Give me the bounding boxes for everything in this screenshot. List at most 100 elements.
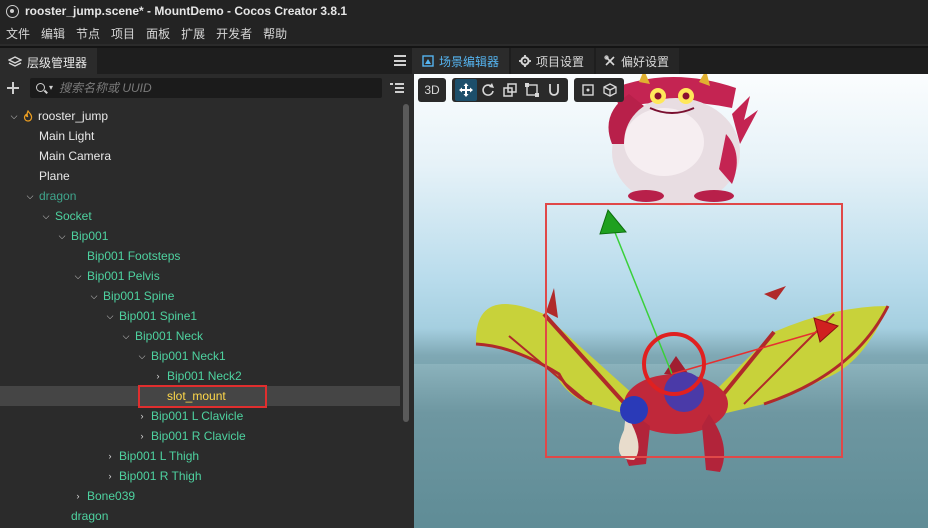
tree-node-main-camera[interactable]: Main Camera [0, 146, 400, 166]
tab-preferences[interactable]: 偏好设置 [596, 48, 680, 74]
scene-toolbar: 3D [418, 78, 624, 102]
hierarchy-tab-bar: 层级管理器 [0, 48, 412, 74]
tree-node-label: Bip001 Footsteps [87, 249, 181, 263]
tree-node-bip001[interactable]: ⌵ Bip001 [0, 226, 400, 246]
tab-label: 场景编辑器 [439, 54, 500, 69]
sort-icon[interactable] [390, 82, 404, 94]
chevron-down-icon[interactable]: ⌵ [88, 291, 100, 302]
tree-node-bip001-spine[interactable]: ⌵ Bip001 Spine [0, 286, 400, 306]
chevron-right-icon[interactable]: › [152, 371, 164, 381]
transform-tools-group [452, 78, 568, 102]
title-bar: rooster_jump.scene* - MountDemo - Cocos … [0, 0, 928, 22]
tree-scrollbar[interactable] [403, 104, 409, 422]
tree-node-label: Bip001 Neck [135, 329, 204, 343]
tree-node-bip001-r-thigh[interactable]: › Bip001 R Thigh [0, 466, 400, 486]
menu-panel[interactable]: 面板 [146, 25, 170, 42]
rect-tool-button[interactable] [521, 79, 543, 101]
tree-node-bip001-footsteps[interactable]: Bip001 Footsteps [0, 246, 400, 266]
scene-icon [422, 55, 434, 67]
tab-project-settings[interactable]: 项目设置 [511, 48, 595, 74]
tree-node-label: Bip001 R Thigh [119, 469, 202, 483]
magnet-icon [549, 84, 559, 96]
chevron-down-icon[interactable]: ⌵ [8, 111, 20, 122]
menu-help[interactable]: 帮助 [263, 25, 287, 42]
tab-label: 项目设置 [536, 54, 585, 69]
scene-viewport[interactable]: 3D [414, 74, 928, 528]
chevron-down-icon[interactable]: ⌵ [24, 191, 36, 202]
add-node-icon[interactable] [6, 81, 20, 95]
tree-node-label: Bip001 L Thigh [119, 449, 200, 463]
chevron-down-icon[interactable]: ⌵ [56, 231, 68, 242]
scene-tab-bar: 场景编辑器 项目设置 偏好设置 [414, 48, 928, 74]
hierarchy-search-box[interactable]: ▾ [30, 77, 382, 98]
tree-node-dragon[interactable]: ⌵ dragon [0, 186, 400, 206]
menu-developer[interactable]: 开发者 [216, 25, 252, 42]
tree-node-bip001-neck2[interactable]: › Bip001 Neck2 [0, 366, 400, 386]
tab-hierarchy-label: 层级管理器 [27, 55, 88, 70]
hierarchy-tree: ⌵ rooster_jump Main Light Main Camera Pl… [0, 106, 400, 528]
chevron-down-icon[interactable]: ⌵ [104, 311, 116, 322]
coordinate-button[interactable] [599, 79, 621, 101]
tree-node-bip001-l-thigh[interactable]: › Bip001 L Thigh [0, 446, 400, 466]
view-mode-group: 3D [418, 78, 446, 102]
menu-file[interactable]: 文件 [6, 25, 30, 42]
menu-project[interactable]: 项目 [111, 25, 135, 42]
window-title: rooster_jump.scene* - MountDemo - Cocos … [25, 4, 348, 18]
tree-node-label: Socket [55, 209, 92, 223]
tab-label: 偏好设置 [621, 54, 670, 69]
menu-edit[interactable]: 编辑 [41, 25, 65, 42]
tree-node-bone039[interactable]: › Bone039 [0, 486, 400, 506]
chevron-right-icon[interactable]: › [104, 451, 116, 461]
cube-icon [603, 83, 617, 97]
tree-node-rooster-jump[interactable]: ⌵ rooster_jump [0, 106, 400, 126]
tree-node-socket[interactable]: ⌵ Socket [0, 206, 400, 226]
search-input[interactable] [59, 80, 360, 95]
chevron-right-icon[interactable]: › [136, 431, 148, 441]
mode-3d-button[interactable]: 3D [421, 79, 443, 101]
move-tool-button[interactable] [455, 79, 477, 101]
pivot-tools-group [574, 78, 624, 102]
tree-node-bip001-r-clavicle[interactable]: › Bip001 R Clavicle [0, 426, 400, 446]
chevron-down-icon[interactable]: ⌵ [40, 211, 52, 222]
tab-scene-editor[interactable]: 场景编辑器 [414, 48, 510, 74]
tree-node-label: Bone039 [87, 489, 136, 503]
chevron-down-icon[interactable]: ⌵ [120, 331, 132, 342]
tree-node-bip001-neck1[interactable]: ⌵ Bip001 Neck1 [0, 346, 400, 366]
tree-node-main-light[interactable]: Main Light [0, 126, 400, 146]
tools-icon [604, 55, 615, 66]
hierarchy-search-row: ▾ [0, 74, 412, 101]
scale-tool-button[interactable] [499, 79, 521, 101]
chevron-right-icon[interactable]: › [104, 471, 116, 481]
chevron-down-icon[interactable]: ⌵ [136, 351, 148, 362]
rotate-icon [482, 83, 494, 96]
chevron-down-icon[interactable]: ⌵ [72, 271, 84, 282]
tree-node-bip001-spine1[interactable]: ⌵ Bip001 Spine1 [0, 306, 400, 326]
tree-node-bip001-pelvis[interactable]: ⌵ Bip001 Pelvis [0, 266, 400, 286]
hierarchy-panel: 层级管理器 ▾ ⌵ rooster_jump Main Light Main C… [0, 48, 412, 528]
tab-hierarchy[interactable]: 层级管理器 [0, 48, 98, 74]
magnet-tool-button[interactable] [543, 79, 565, 101]
tree-node-label: Bip001 L Clavicle [151, 409, 244, 423]
selection-bounding-box [545, 203, 843, 458]
chevron-right-icon[interactable]: › [136, 411, 148, 421]
panel-menu-icon[interactable] [394, 55, 406, 66]
scene-panel: 场景编辑器 项目设置 偏好设置 3D [414, 48, 928, 528]
tree-node-bip001-neck[interactable]: ⌵ Bip001 Neck [0, 326, 400, 346]
tree-node-label: Bip001 Pelvis [87, 269, 160, 283]
scene-icon [23, 110, 33, 122]
pivot-button[interactable] [577, 79, 599, 101]
chevron-down-icon[interactable]: ▾ [49, 83, 53, 92]
rect-icon [525, 83, 539, 97]
selection-highlight-box [138, 385, 267, 408]
tree-node-plane[interactable]: Plane [0, 166, 400, 186]
chevron-right-icon[interactable]: › [72, 491, 84, 501]
tree-node-label: Main Light [39, 129, 95, 143]
tree-node-bip001-l-clavicle[interactable]: › Bip001 L Clavicle [0, 406, 400, 426]
rooster-model [608, 74, 758, 206]
menu-node[interactable]: 节点 [76, 25, 100, 42]
tree-node-label: dragon [39, 189, 77, 203]
menu-extension[interactable]: 扩展 [181, 25, 205, 42]
rotate-tool-button[interactable] [477, 79, 499, 101]
gear-icon [519, 55, 532, 67]
tree-node-dragon-mesh[interactable]: dragon [0, 506, 400, 526]
